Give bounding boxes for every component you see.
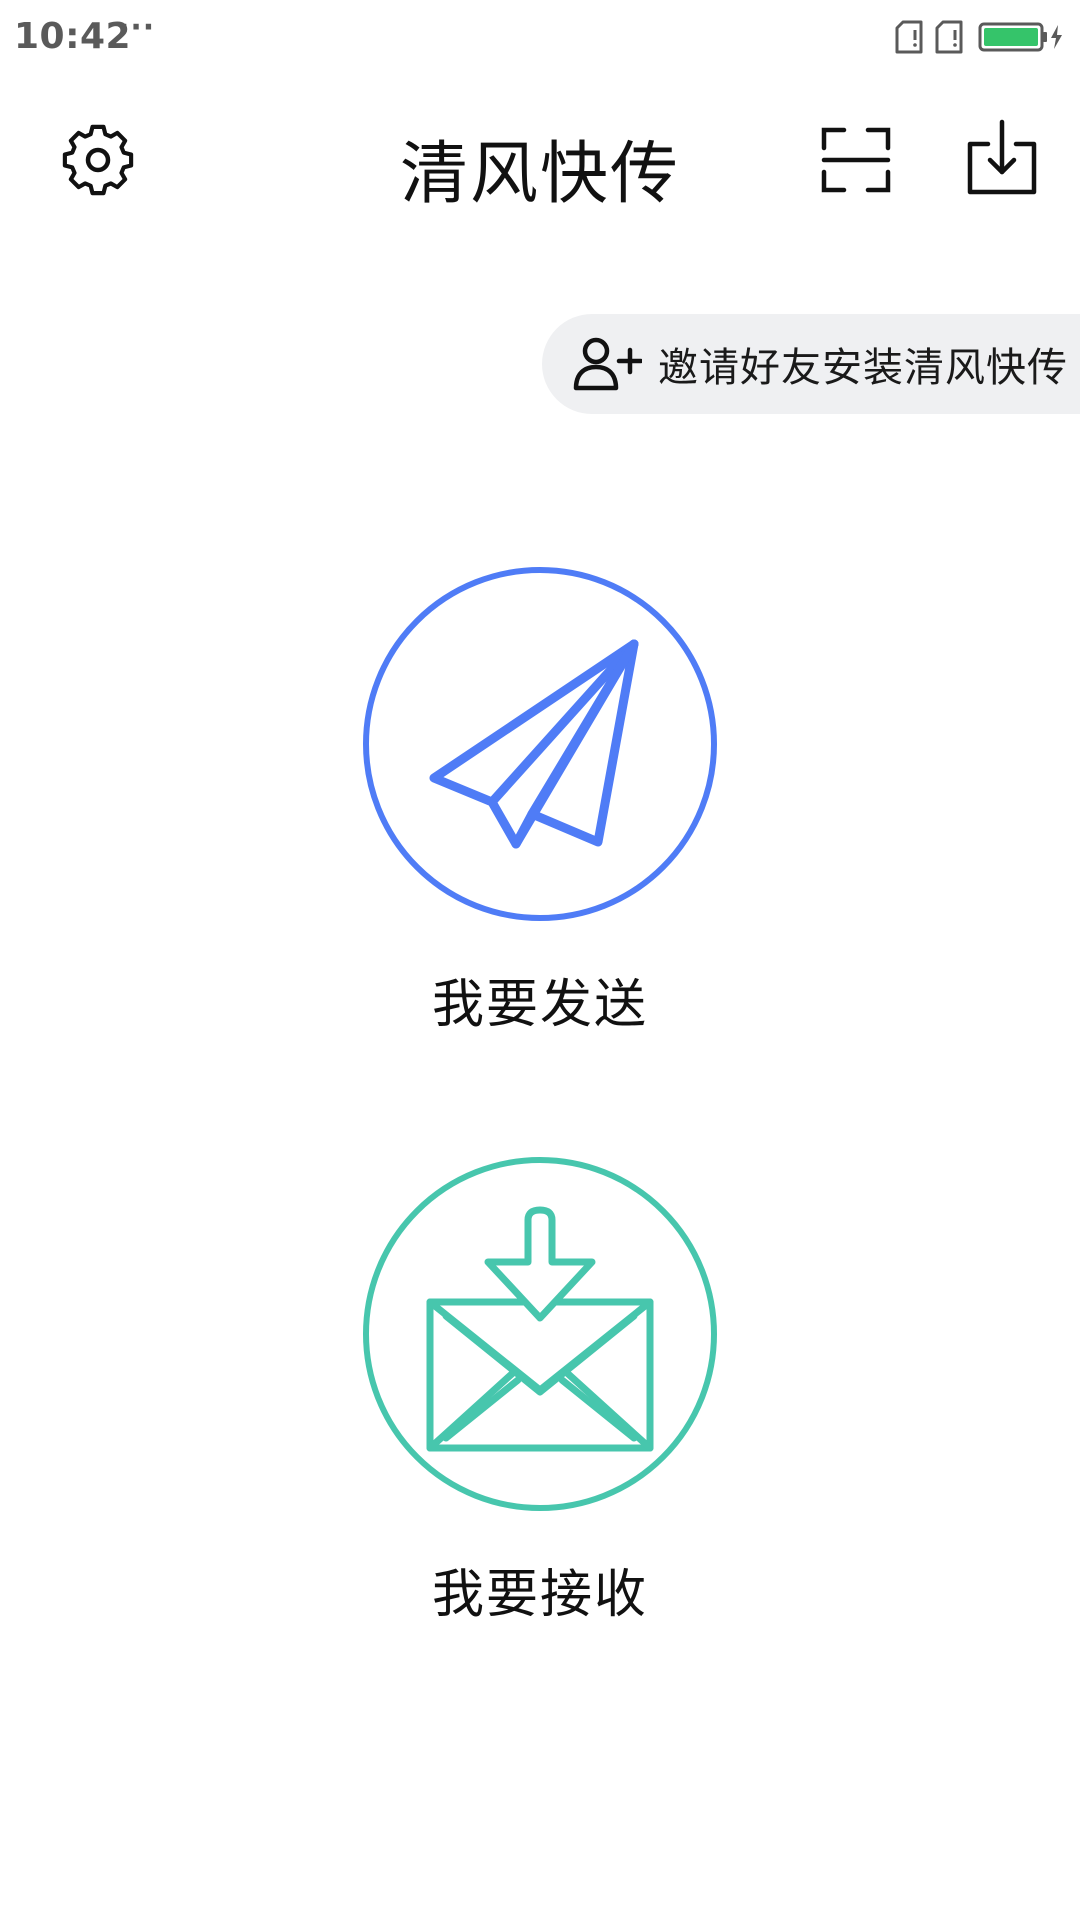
receive-label: 我要接收	[431, 1565, 648, 1625]
paper-plane-icon	[429, 639, 639, 849]
send-circle	[363, 567, 717, 921]
mail-download-icon	[426, 1206, 654, 1452]
sim-card-icon	[935, 20, 963, 54]
scan-button[interactable]	[810, 114, 902, 206]
app-title: 清风快传	[399, 135, 680, 214]
status-more-indicator: ···	[118, 10, 156, 45]
battery-charging-icon	[978, 22, 1062, 52]
app-bar: 清风快传	[0, 100, 1080, 220]
invite-friends-button[interactable]: 邀请好友安装清风快传	[542, 314, 1080, 414]
sim-card-icon	[895, 20, 923, 54]
download-button[interactable]	[952, 108, 1052, 208]
send-button[interactable]	[362, 566, 718, 922]
receive-circle	[363, 1157, 717, 1511]
receive-button[interactable]	[362, 1156, 718, 1512]
download-icon	[967, 119, 1037, 195]
send-label: 我要发送	[431, 975, 648, 1035]
status-time: 10:42	[14, 16, 132, 57]
add-user-icon	[572, 336, 642, 392]
status-bar: 10:42 ···	[0, 0, 1080, 80]
invite-label: 邀请好友安装清风快传	[658, 345, 1068, 391]
scan-icon	[821, 127, 891, 193]
